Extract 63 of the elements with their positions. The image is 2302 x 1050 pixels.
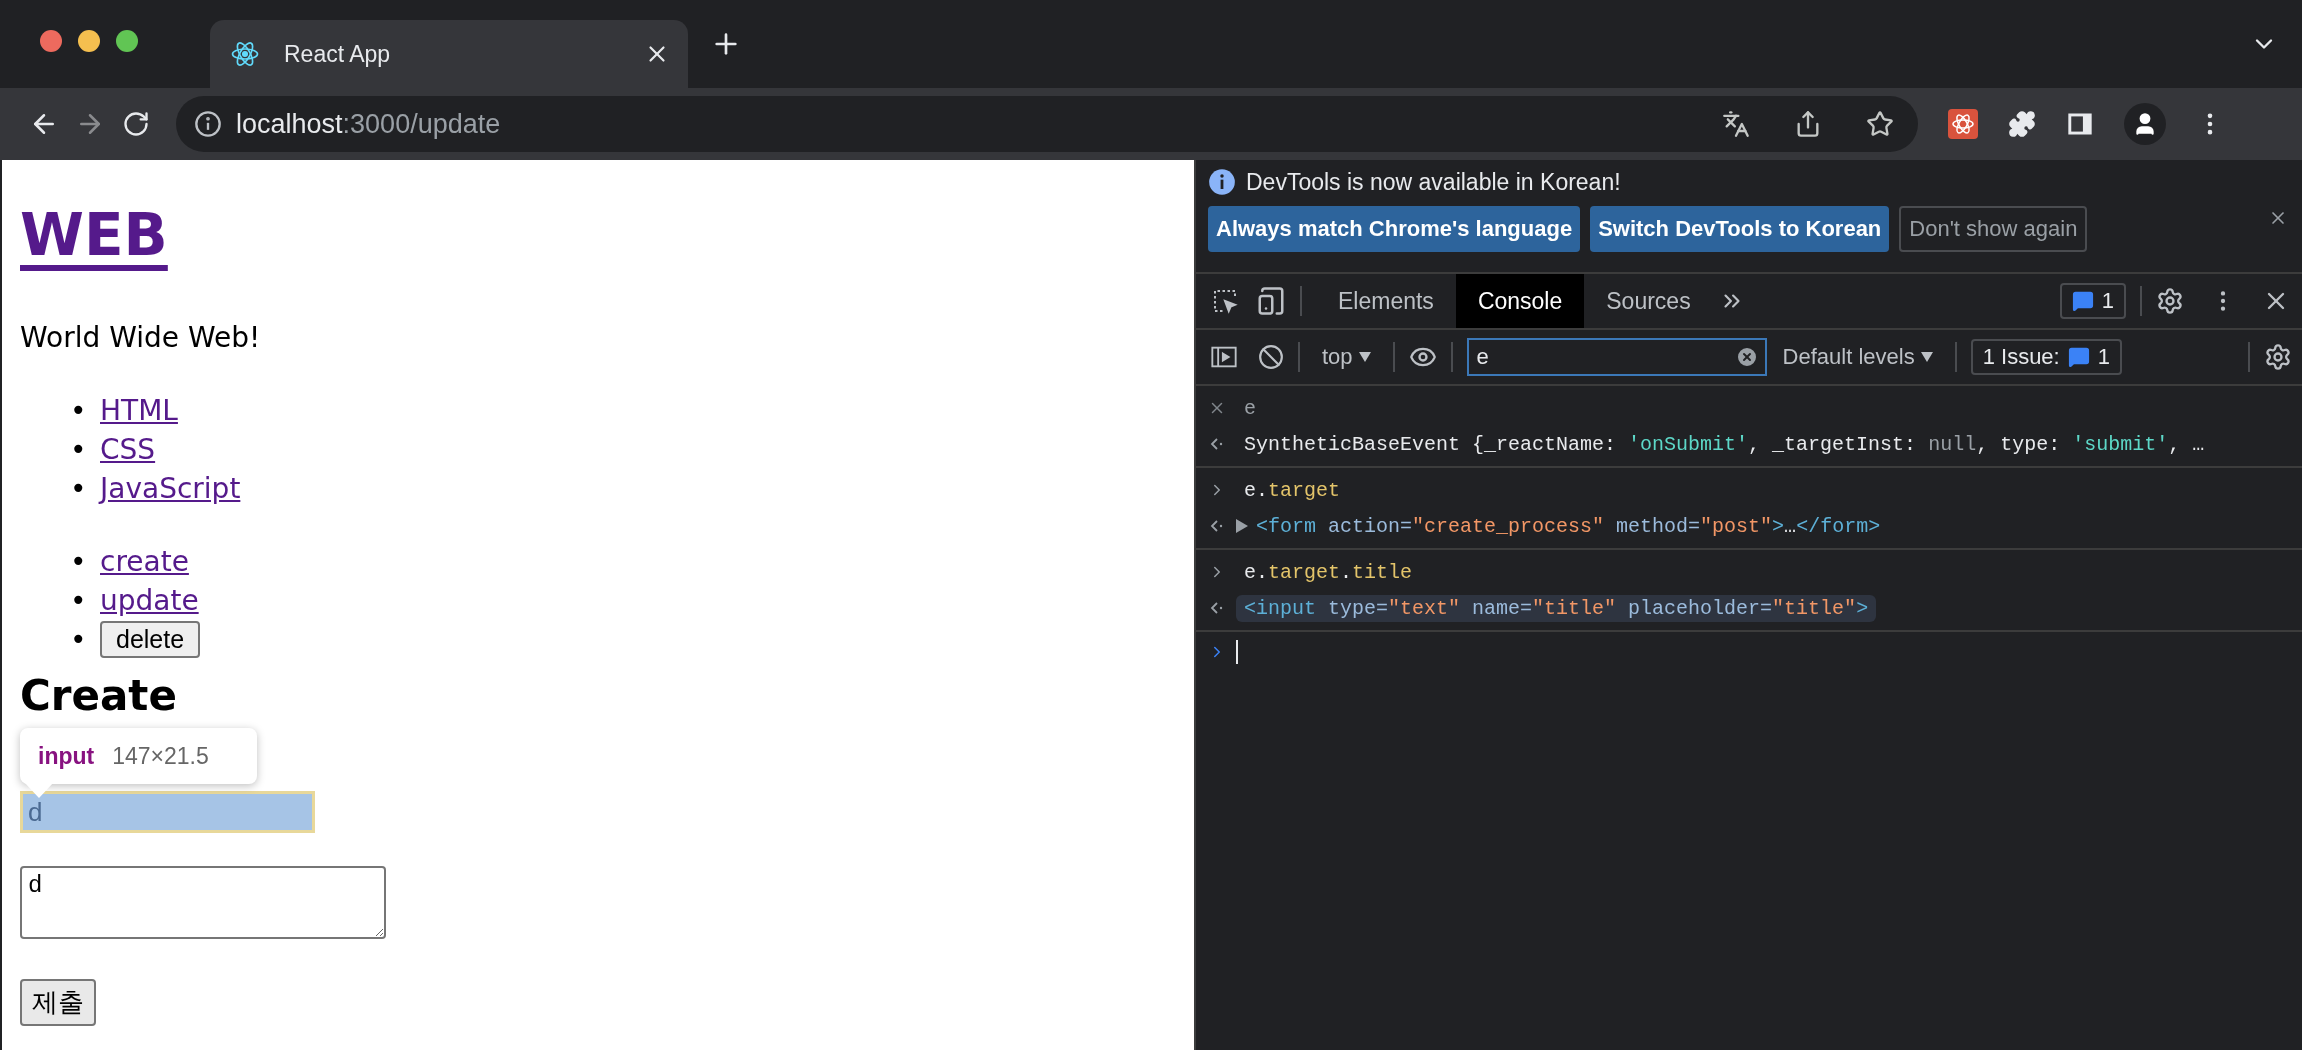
info-icon[interactable]: [194, 110, 222, 138]
address-bar[interactable]: localhost:3000/update: [176, 96, 1918, 152]
reload-icon: [122, 110, 150, 138]
topic-link[interactable]: CSS: [100, 430, 156, 469]
star-icon[interactable]: [1866, 110, 1894, 138]
topic-link[interactable]: JavaScript: [100, 469, 241, 508]
levels-dropdown[interactable]: Default levels: [1774, 344, 1941, 370]
tooltip-tag: input: [38, 742, 95, 770]
expand-triangle-icon[interactable]: [1236, 519, 1248, 533]
puzzle-icon[interactable]: [2008, 110, 2036, 138]
info-icon: [1208, 168, 1236, 196]
console-output-text: <input type="text" name="title" placeholder="title">: [1236, 594, 1877, 622]
translate-icon[interactable]: [1722, 110, 1750, 138]
topic-link[interactable]: HTML: [100, 391, 178, 430]
infobar-button[interactable]: Don't show again: [1899, 206, 2088, 252]
site-title-link[interactable]: WEB: [20, 198, 168, 272]
filter-field[interactable]: e: [1466, 338, 1767, 376]
minimize-window-button[interactable]: [78, 30, 100, 52]
infobar-message: DevTools is now available in Korean!: [1246, 168, 1621, 196]
tab-title: React App: [284, 40, 392, 68]
messages-badge[interactable]: 1: [2059, 283, 2126, 319]
settings-icon[interactable]: [2264, 343, 2292, 371]
message-icon: [2067, 346, 2090, 368]
subtitle-text: World Wide Web!: [20, 320, 262, 356]
bullet: •: [70, 622, 86, 658]
device-toggle-icon[interactable]: [1256, 286, 1286, 316]
infobar-button[interactable]: Always match Chrome's language: [1208, 206, 1581, 252]
bullet: •: [70, 393, 86, 429]
text-cursor: [1236, 640, 1238, 664]
delete-button[interactable]: delete: [100, 621, 201, 658]
dropdown-triangle-icon: [1920, 352, 1933, 362]
url-text: localhost:3000/update: [236, 108, 502, 140]
body-textarea[interactable]: d: [20, 866, 386, 939]
settings-icon[interactable]: [2156, 287, 2184, 315]
section-heading: Create: [20, 675, 178, 717]
submit-button[interactable]: 제출: [20, 979, 96, 1026]
clear-console-icon[interactable]: [1258, 344, 1284, 370]
profile-avatar[interactable]: [2124, 103, 2166, 145]
bullet: •: [70, 583, 86, 619]
console-input-text: e.target.title: [1243, 559, 1414, 586]
devtools-tab[interactable]: Sources: [1584, 274, 1713, 328]
atom-icon: [230, 39, 260, 69]
devtools-tab[interactable]: Console: [1455, 274, 1585, 328]
issues-badge[interactable]: 1 Issue: 1: [1970, 339, 2122, 375]
bullet: •: [70, 432, 86, 468]
infobar-button[interactable]: Switch DevTools to Korean: [1590, 206, 1890, 252]
nav-link[interactable]: update: [100, 581, 199, 620]
dropdown-triangle-icon: [1358, 352, 1371, 362]
console-output-text: SyntheticBaseEvent {_reactName: 'onSubmit', _targetInst: null, type: 'submit', …: [1243, 431, 2206, 458]
zoom-window-button[interactable]: [116, 30, 138, 52]
extension-icon[interactable]: [1948, 109, 1978, 139]
message-icon: [2071, 290, 2094, 312]
bullet: •: [70, 544, 86, 580]
close-window-button[interactable]: [40, 30, 62, 52]
console-input-text: e.target: [1243, 477, 1342, 504]
browser-tab[interactable]: React App: [210, 20, 688, 88]
tooltip-size: 147×21.5: [112, 742, 209, 770]
bullet: •: [70, 471, 86, 507]
nav-link[interactable]: create: [100, 542, 189, 581]
console-input-text: e: [1243, 395, 1257, 422]
devtools-tab[interactable]: Elements: [1316, 274, 1456, 328]
console-output-text: <form action="create_process" method="post">…</form>: [1255, 513, 1882, 540]
context-dropdown[interactable]: top: [1314, 344, 1379, 370]
